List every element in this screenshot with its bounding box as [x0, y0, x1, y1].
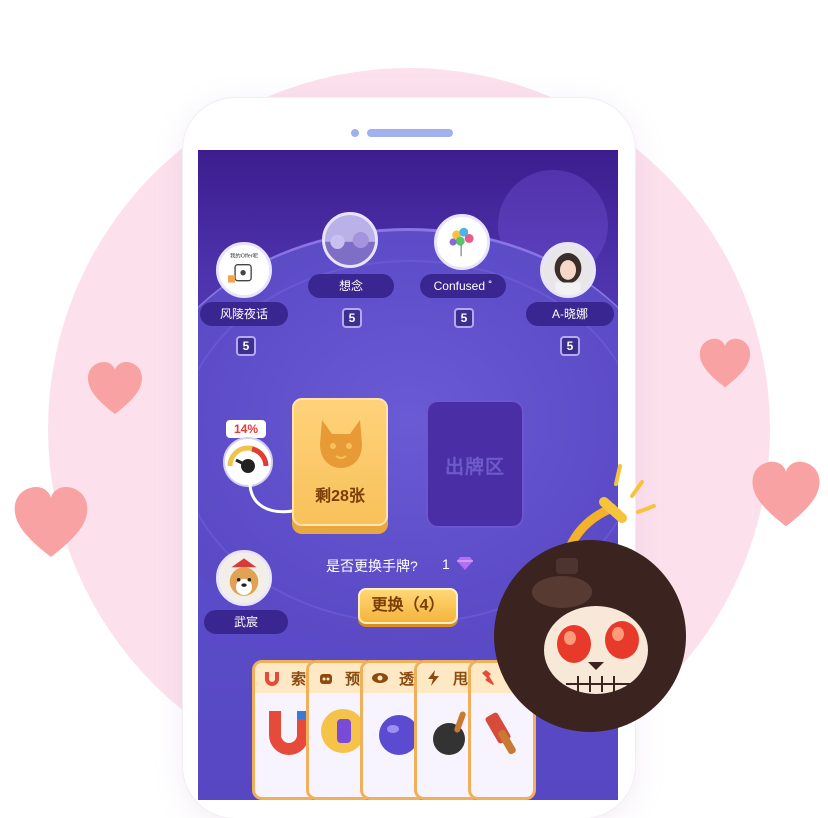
camera-dot	[351, 129, 359, 137]
avatar-mini-text: 我的Offer呢	[230, 252, 258, 260]
heart-icon	[86, 360, 144, 416]
player-name: 风陵夜话	[200, 302, 288, 326]
speaker-bar	[367, 129, 453, 137]
heart-icon	[698, 336, 752, 390]
draw-deck[interactable]: 剩28张	[292, 398, 388, 526]
heart-icon	[750, 458, 822, 530]
diamond-icon	[457, 557, 473, 570]
lightning-icon	[428, 670, 439, 686]
card-count-badge: 5	[236, 336, 256, 356]
item-card-label: 索	[291, 671, 307, 688]
player-name: 想念	[308, 274, 394, 298]
player-name: A-晓娜	[526, 302, 614, 326]
self-name: 武宸	[204, 610, 288, 634]
player-avatar[interactable]: 我的Offer呢	[216, 242, 272, 298]
robot-icon	[320, 674, 332, 684]
gauge-cord	[248, 477, 299, 514]
item-card-label: 甩	[453, 671, 469, 688]
diamond-cost: 1	[442, 556, 450, 572]
magnet-icon	[265, 672, 279, 686]
player-avatar[interactable]	[434, 214, 490, 270]
item-card-label: 透	[399, 671, 415, 688]
player-avatar[interactable]	[540, 242, 596, 298]
bomb-icon	[494, 464, 686, 732]
player-name: Confused ˚	[420, 274, 506, 298]
eye-icon	[372, 673, 388, 683]
self-avatar[interactable]	[216, 550, 272, 606]
player-avatar[interactable]	[322, 212, 378, 268]
cat-icon	[320, 420, 362, 468]
card-count-badge: 5	[342, 308, 362, 328]
heart-icon	[12, 484, 90, 560]
swap-button[interactable]: 更换（4）	[358, 588, 458, 624]
swap-question: 是否更换手牌?	[326, 558, 418, 574]
item-card-label: 预	[345, 671, 361, 688]
card-count-badge: 5	[454, 308, 474, 328]
card-count-badge: 5	[560, 336, 580, 356]
deck-remaining: 剩28张	[315, 488, 365, 505]
